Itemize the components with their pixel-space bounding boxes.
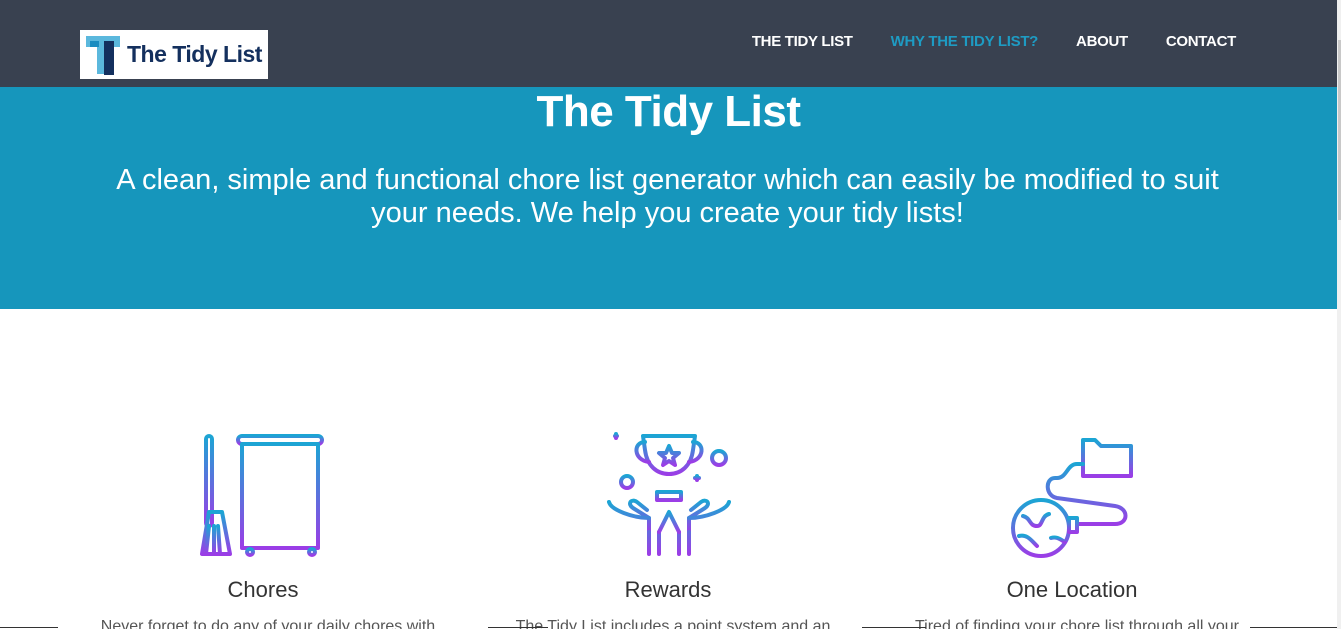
feature-chores: Chores Never forget to do any of your da… (98, 432, 435, 629)
page-scrollbar[interactable] (1337, 0, 1341, 629)
logo[interactable]: The Tidy List (80, 30, 268, 79)
wardrobe-broom-icon (200, 434, 324, 557)
nav-contact[interactable]: CONTACT (1166, 33, 1236, 50)
navbar: The Tidy List THE TIDY LIST WHY THE TIDY… (0, 0, 1341, 87)
nav-why-the-tidy-list[interactable]: WHY THE TIDY LIST? (891, 33, 1039, 50)
feature-rewards: Rewards The Tidy List includes a point s… (503, 432, 833, 629)
hero-subtitle: A clean, simple and functional chore lis… (116, 164, 1219, 229)
hero-title: The Tidy List (536, 87, 801, 136)
nav-about[interactable]: ABOUT (1076, 33, 1128, 50)
feature-title: One Location (1006, 577, 1138, 602)
trophy-hands-icon (607, 432, 731, 556)
divider (488, 627, 548, 628)
main-nav: THE TIDY LIST WHY THE TIDY LIST? ABOUT C… (714, 33, 1236, 50)
divider (0, 627, 58, 628)
feature-title: Chores (227, 577, 299, 602)
globe-folder-icon (1011, 438, 1133, 558)
logo-text: The Tidy List (127, 41, 262, 67)
nav-the-tidy-list[interactable]: THE TIDY LIST (752, 33, 853, 50)
feature-one-location: One Location Tired of finding your chore… (907, 432, 1239, 629)
divider (862, 627, 926, 628)
feature-title: Rewards (624, 577, 712, 602)
logo-icon (86, 35, 120, 75)
feature-text: Never forget to do any of your daily cho… (100, 618, 436, 629)
hero-banner: The Tidy List A clean, simple and functi… (0, 87, 1337, 309)
divider (1250, 627, 1337, 628)
feature-text: Tired of finding your chore list through… (914, 618, 1239, 629)
